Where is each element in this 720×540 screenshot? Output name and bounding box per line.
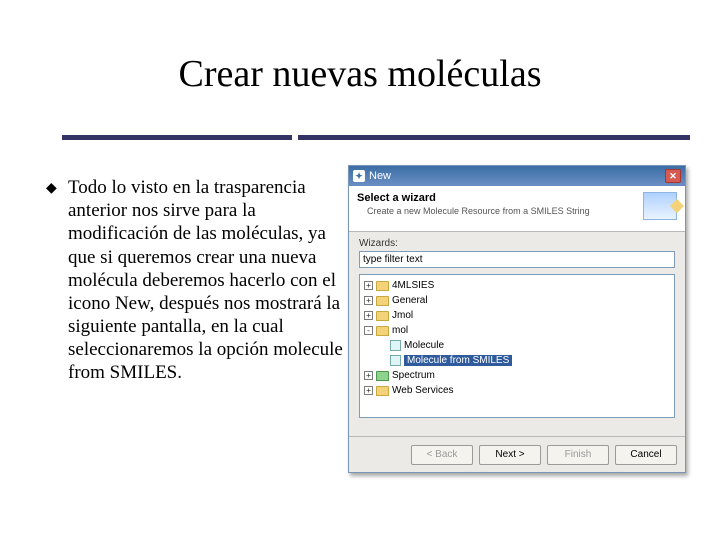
title-rule-left — [62, 135, 292, 140]
expand-icon[interactable]: + — [364, 281, 373, 290]
folder-icon — [376, 326, 389, 336]
folder-icon — [376, 296, 389, 306]
dialog-header-title: Select a wizard — [357, 192, 677, 204]
tree-item-label: General — [392, 295, 428, 306]
tree-folder[interactable]: + Web Services — [362, 383, 672, 398]
close-icon[interactable]: ✕ — [665, 169, 681, 183]
dialog-body: Wizards: +4MLSIES+General+Jmol-molMolecu… — [349, 232, 685, 418]
dialog-button-row: < Back Next > Finish Cancel — [349, 436, 685, 472]
dialog-titlebar[interactable]: ✦ New ✕ — [349, 166, 685, 186]
expand-icon[interactable]: + — [364, 386, 373, 395]
tree-folder[interactable]: + Jmol — [362, 308, 672, 323]
bullet-text: Todo lo visto en la trasparencia anterio… — [68, 176, 346, 385]
tree-item-label: 4MLSIES — [392, 280, 434, 291]
expand-icon[interactable]: + — [364, 371, 373, 380]
cancel-button[interactable]: Cancel — [615, 445, 677, 465]
new-wizard-dialog: ✦ New ✕ Select a wizard Create a new Mol… — [348, 165, 686, 473]
tree-leaf[interactable]: Molecule from SMILES — [362, 353, 672, 368]
dialog-window-title: New — [369, 170, 391, 182]
tree-folder[interactable]: + Spectrum — [362, 368, 672, 383]
folder-icon — [376, 371, 389, 381]
tree-item-label: Molecule from SMILES — [404, 355, 512, 366]
filter-label: Wizards: — [359, 238, 675, 249]
folder-icon — [376, 311, 389, 321]
wizard-item-icon — [390, 355, 401, 366]
dialog-header: Select a wizard Create a new Molecule Re… — [349, 186, 685, 232]
finish-button[interactable]: Finish — [547, 445, 609, 465]
folder-icon — [376, 281, 389, 291]
tree-item-label: Molecule — [404, 340, 444, 351]
tree-folder[interactable]: +4MLSIES — [362, 278, 672, 293]
tree-item-label: mol — [392, 325, 408, 336]
expand-icon[interactable]: + — [364, 296, 373, 305]
tree-item-label: Web Services — [392, 385, 454, 396]
wizard-app-icon: ✦ — [353, 170, 365, 182]
tree-item-label: Jmol — [392, 310, 413, 321]
slide-title: Crear nuevas moléculas — [0, 0, 720, 96]
bullet-item: ◆ Todo lo visto en la trasparencia anter… — [46, 176, 346, 385]
wizard-icon — [643, 192, 677, 220]
next-button[interactable]: Next > — [479, 445, 541, 465]
back-button[interactable]: < Back — [411, 445, 473, 465]
wizard-tree[interactable]: +4MLSIES+General+Jmol-molMoleculeMolecul… — [359, 274, 675, 418]
tree-leaf[interactable]: Molecule — [362, 338, 672, 353]
tree-item-label: Spectrum — [392, 370, 435, 381]
filter-input[interactable] — [359, 251, 675, 268]
tree-folder[interactable]: - mol — [362, 323, 672, 338]
title-rule-right — [298, 135, 690, 140]
collapse-icon[interactable]: - — [364, 326, 373, 335]
dialog-header-subtitle: Create a new Molecule Resource from a SM… — [357, 204, 677, 216]
tree-folder[interactable]: + General — [362, 293, 672, 308]
expand-icon[interactable]: + — [364, 311, 373, 320]
folder-icon — [376, 386, 389, 396]
wizard-item-icon — [390, 340, 401, 351]
bullet-marker: ◆ — [46, 176, 68, 385]
